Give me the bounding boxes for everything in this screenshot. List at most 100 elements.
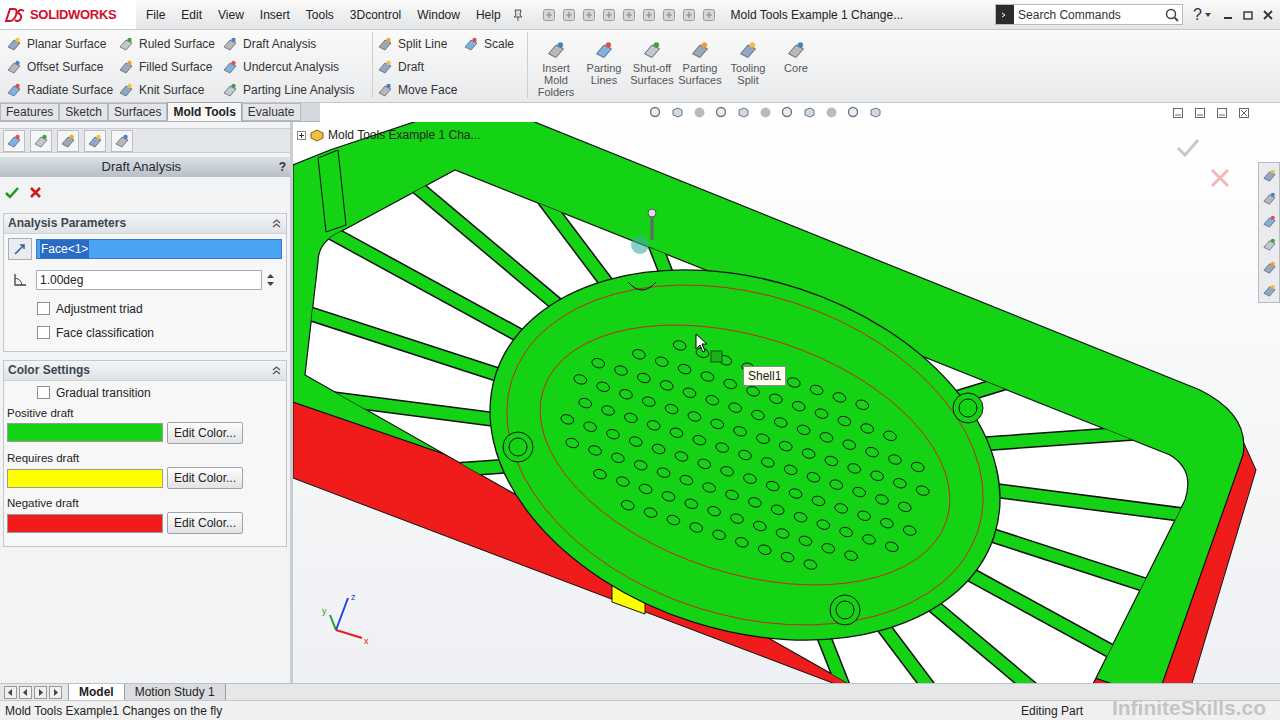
ribbon-button[interactable]: Move Face — [377, 78, 463, 101]
menu-item[interactable]: 3Dcontrol — [342, 6, 409, 24]
checkbox-row[interactable]: Face classification — [37, 321, 286, 345]
tab-scroll-icon[interactable] — [34, 686, 47, 699]
large-ribbon-button[interactable]: Insert Mold Folders — [532, 40, 580, 102]
ribbon-button[interactable]: Planar Surface — [6, 32, 118, 55]
confirm-row — [0, 183, 290, 203]
menu-item[interactable]: Tools — [298, 6, 342, 24]
command-tab[interactable]: Surfaces — [108, 103, 167, 121]
viewport-control-icon[interactable] — [1172, 107, 1184, 119]
quick-access-icon[interactable] — [561, 7, 577, 23]
dropdown-icon[interactable] — [1204, 11, 1212, 19]
checkbox-row[interactable]: Adjustment triad — [37, 297, 286, 321]
quick-access-icon[interactable] — [681, 7, 697, 23]
checkbox[interactable] — [37, 326, 50, 339]
ribbon-button[interactable]: Offset Surface — [6, 55, 118, 78]
graphics-area[interactable]: xyzMold Tools Example 1 Cha... Shell1 — [293, 122, 1280, 683]
expand-icon[interactable] — [298, 132, 305, 139]
edit-color-button[interactable]: Edit Color... — [167, 422, 243, 444]
panel-help-button[interactable]: ? — [279, 158, 286, 176]
ribbon-button[interactable]: Radiate Surface — [6, 78, 118, 101]
ok-check-icon[interactable] — [5, 186, 19, 200]
collapse-icon[interactable] — [271, 218, 282, 229]
pin-icon[interactable] — [511, 8, 525, 22]
large-ribbon-button[interactable]: Core — [772, 40, 820, 102]
search-box[interactable]: Search Commands — [995, 4, 1183, 25]
confirm-ok-icon[interactable] — [1176, 137, 1200, 159]
view-tool-icon[interactable] — [824, 105, 839, 120]
search-icon[interactable] — [1164, 7, 1180, 23]
model-canvas[interactable]: xyz — [293, 122, 1280, 683]
logo[interactable]: SOLIDWORKS — [0, 0, 136, 29]
large-ribbon-button[interactable]: Tooling Split — [724, 40, 772, 102]
menu-item[interactable]: Window — [409, 6, 468, 24]
view-tool-icon[interactable] — [846, 105, 861, 120]
draft-direction-handle — [648, 209, 656, 217]
restore-icon[interactable] — [1242, 9, 1254, 21]
angle-field[interactable]: 1.00deg — [36, 270, 262, 290]
ribbon-button[interactable]: Knit Surface — [118, 78, 222, 101]
quick-access-icon[interactable] — [601, 7, 617, 23]
help-button[interactable]: ? — [1193, 3, 1202, 27]
tab-scroll-icon[interactable] — [49, 686, 62, 699]
menu-item[interactable]: Help — [468, 6, 509, 24]
checkbox-row[interactable]: Gradual transition — [37, 381, 286, 405]
ribbon-button[interactable]: Undercut Analysis — [222, 55, 368, 78]
ribbon-button[interactable]: Parting Line Analysis — [222, 78, 368, 101]
command-tab[interactable]: Sketch — [59, 103, 108, 121]
view-tool-icon[interactable] — [714, 105, 729, 120]
viewport-control-icon[interactable] — [1194, 107, 1206, 119]
section-header[interactable]: Color Settings — [4, 361, 286, 381]
viewport-control-icon[interactable] — [1238, 107, 1250, 119]
viewport-control-icon[interactable] — [1216, 107, 1228, 119]
tooltip: Shell1 — [743, 366, 786, 386]
close-icon[interactable] — [1262, 9, 1274, 21]
quick-access-icon[interactable] — [661, 7, 677, 23]
menu-item[interactable]: View — [210, 6, 252, 24]
view-tool-icon[interactable] — [692, 105, 707, 120]
large-ribbon-button[interactable]: Parting Lines — [580, 40, 628, 102]
menu-item[interactable]: File — [138, 6, 173, 24]
view-tool-icon[interactable] — [802, 105, 817, 120]
edit-color-button[interactable]: Edit Color... — [167, 467, 243, 489]
cancel-x-icon[interactable] — [29, 186, 42, 199]
model-tab[interactable]: Motion Study 1 — [125, 684, 226, 701]
minimize-icon[interactable] — [1222, 9, 1234, 21]
spinner-icon[interactable] — [266, 272, 275, 288]
face-field[interactable]: Face<1> — [36, 239, 282, 259]
quick-access-icon[interactable] — [581, 7, 597, 23]
large-ribbon-button[interactable]: Shut-off Surfaces — [628, 40, 676, 102]
ribbon-button[interactable]: Ruled Surface — [118, 32, 222, 55]
view-tool-icon[interactable] — [868, 105, 883, 120]
left-tab — [318, 150, 346, 232]
quick-access-icon[interactable] — [641, 7, 657, 23]
command-tab[interactable]: Mold Tools — [167, 102, 241, 121]
checkbox[interactable] — [37, 302, 50, 315]
view-tool-icon[interactable] — [648, 105, 663, 120]
menu-item[interactable]: Insert — [252, 6, 298, 24]
quick-access-icon[interactable] — [621, 7, 637, 23]
large-ribbon-button[interactable]: Parting Surfaces — [676, 40, 724, 102]
view-tool-icon[interactable] — [670, 105, 685, 120]
view-tool-icon[interactable] — [736, 105, 751, 120]
tab-scroll-icon[interactable] — [4, 686, 17, 699]
feature-tree-flyout[interactable]: Mold Tools Example 1 Cha... — [297, 126, 481, 144]
ribbon-button[interactable]: Draft Analysis — [222, 32, 368, 55]
quick-access-icon[interactable] — [701, 7, 717, 23]
confirm-cancel-icon[interactable] — [1209, 167, 1231, 189]
view-tool-icon[interactable] — [758, 105, 773, 120]
command-tab[interactable]: Features — [0, 103, 59, 121]
view-tool-icon[interactable] — [780, 105, 795, 120]
quick-access-icon[interactable] — [541, 7, 557, 23]
section-header[interactable]: Analysis Parameters — [4, 214, 286, 234]
ribbon-button[interactable]: Split Line — [377, 32, 463, 55]
tab-scroll-icon[interactable] — [19, 686, 32, 699]
command-tab[interactable]: Evaluate — [242, 103, 301, 121]
menu-item[interactable]: Edit — [173, 6, 210, 24]
ribbon-button[interactable]: Scale — [463, 32, 523, 55]
ribbon-button[interactable]: Draft — [377, 55, 463, 78]
checkbox[interactable] — [37, 386, 50, 399]
model-tab[interactable]: Model — [68, 684, 125, 701]
edit-color-button[interactable]: Edit Color... — [167, 512, 243, 534]
ribbon-button[interactable]: Filled Surface — [118, 55, 222, 78]
collapse-icon[interactable] — [271, 365, 282, 376]
